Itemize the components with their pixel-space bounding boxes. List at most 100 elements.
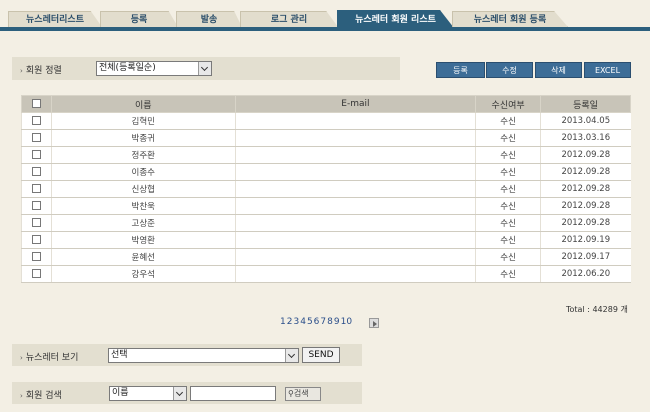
table-row: 강우석 수신 2012.06.20 [21,265,631,283]
next-page-icon[interactable] [369,318,379,328]
page-link[interactable]: 4 [300,317,306,327]
sort-label: › 회원 정렬 [20,63,62,76]
tab-member-list[interactable]: 뉴스레터 회원 리스트 [337,10,454,28]
row-checkbox[interactable] [31,201,41,210]
member-status: 수신 [475,248,541,266]
member-email [234,112,476,130]
table-header-row: 이름 E-mail 수신여부 등록일 [21,95,631,113]
register-button[interactable]: 등록 [436,62,485,78]
row-checkbox-cell [21,197,52,215]
tab-newsletter-list[interactable]: 뉴스레터리스트 [8,11,102,27]
row-checkbox[interactable] [31,235,41,244]
member-name[interactable]: 고상준 [50,214,236,232]
chevron-down-icon[interactable] [285,349,298,362]
row-checkbox[interactable] [31,218,41,227]
column-header-status: 수신여부 [475,95,542,113]
member-status: 수신 [475,214,541,232]
tab-log-management[interactable]: 로그 관리 [240,11,338,27]
member-status: 수신 [475,163,541,181]
search-field-value: 이름 [112,388,129,398]
member-search-label: › 회원 검색 [20,388,62,401]
page-link[interactable]: 6 [314,317,320,327]
member-name[interactable]: 신상협 [50,180,236,198]
select-all-checkbox[interactable] [31,99,41,108]
member-date: 2012.09.28 [540,197,631,215]
row-checkbox[interactable] [31,150,41,159]
search-field-select[interactable]: 이름 [109,386,187,401]
page-link[interactable]: 9 [334,317,340,327]
row-checkbox[interactable] [31,269,41,278]
member-status: 수신 [475,129,541,147]
table-row: 윤혜선 수신 2012.09.17 [21,248,631,266]
row-checkbox-cell [21,231,52,249]
row-checkbox-cell [21,248,52,266]
total-count: Total : 44289 개 [566,305,628,314]
member-date: 2012.09.28 [540,180,631,198]
member-date: 2012.09.17 [540,248,631,266]
sort-select[interactable]: 전체(등록일순) [96,61,212,76]
row-checkbox[interactable] [31,116,41,125]
page-link[interactable]: 5 [307,317,313,327]
send-button[interactable]: SEND [302,347,340,363]
member-name[interactable]: 박영환 [50,231,236,249]
member-name[interactable]: 강우석 [50,265,236,283]
member-status: 수신 [475,146,541,164]
newsletter-select-value: 선택 [111,350,128,360]
member-date: 2012.09.19 [540,231,631,249]
page-link[interactable]: 1 [280,317,286,327]
member-status: 수신 [475,231,541,249]
row-checkbox-cell [21,146,52,164]
member-status: 수신 [475,180,541,198]
table-row: 이종수 수신 2012.09.28 [21,163,631,181]
table-row: 고상준 수신 2012.09.28 [21,214,631,232]
member-name[interactable]: 정주환 [50,146,236,164]
member-date: 2012.06.20 [540,265,631,283]
row-checkbox-cell [21,163,52,181]
member-date: 2012.09.28 [540,214,631,232]
row-checkbox-cell [21,265,52,283]
member-email [234,214,476,232]
search-button[interactable]: ⚲검색 [285,387,321,401]
row-checkbox-cell [21,214,52,232]
member-date: 2013.03.16 [540,129,631,147]
member-email [234,231,476,249]
column-header-email: E-mail [234,95,477,113]
newsletter-view-label-text: 뉴스레터 보기 [25,353,79,363]
search-button-label: 검색 [293,389,309,398]
member-status: 수신 [475,197,541,215]
member-date: 2012.09.28 [540,163,631,181]
page-link[interactable]: 2 [287,317,293,327]
member-email [234,146,476,164]
row-checkbox[interactable] [31,252,41,261]
table-row: 정주환 수신 2012.09.28 [21,146,631,164]
delete-button[interactable]: 삭제 [535,62,582,78]
member-status: 수신 [475,112,541,130]
pagination: 12345678910 [280,317,353,327]
tab-member-register[interactable]: 뉴스레터 회원 등록 [452,11,568,27]
newsletter-select[interactable]: 선택 [108,348,299,363]
excel-button[interactable]: EXCEL [584,62,631,78]
member-name[interactable]: 박종귀 [50,129,236,147]
tab-bar: 뉴스레터리스트 등록 발송 로그 관리 뉴스레터 회원 리스트 뉴스레터 회원 … [0,0,650,31]
page-link[interactable]: 8 [327,317,333,327]
page-link[interactable]: 7 [320,317,326,327]
edit-button[interactable]: 수정 [486,62,533,78]
member-email [234,129,476,147]
tab-register[interactable]: 등록 [100,11,178,27]
row-checkbox[interactable] [31,167,41,176]
member-name[interactable]: 김혁민 [50,112,236,130]
member-name[interactable]: 이종수 [50,163,236,181]
member-search-label-text: 회원 검색 [25,391,62,401]
page-link[interactable]: 3 [293,317,299,327]
member-name[interactable]: 박찬욱 [50,197,236,215]
row-checkbox[interactable] [31,133,41,142]
member-name[interactable]: 윤혜선 [50,248,236,266]
bullet-icon: › [20,392,23,400]
member-date: 2013.04.05 [540,112,631,130]
page-link[interactable]: 10 [341,317,352,327]
search-input[interactable] [190,386,276,401]
tab-send[interactable]: 발송 [176,11,242,27]
row-checkbox[interactable] [31,184,41,193]
chevron-down-icon[interactable] [173,387,186,400]
chevron-down-icon[interactable] [198,62,211,75]
